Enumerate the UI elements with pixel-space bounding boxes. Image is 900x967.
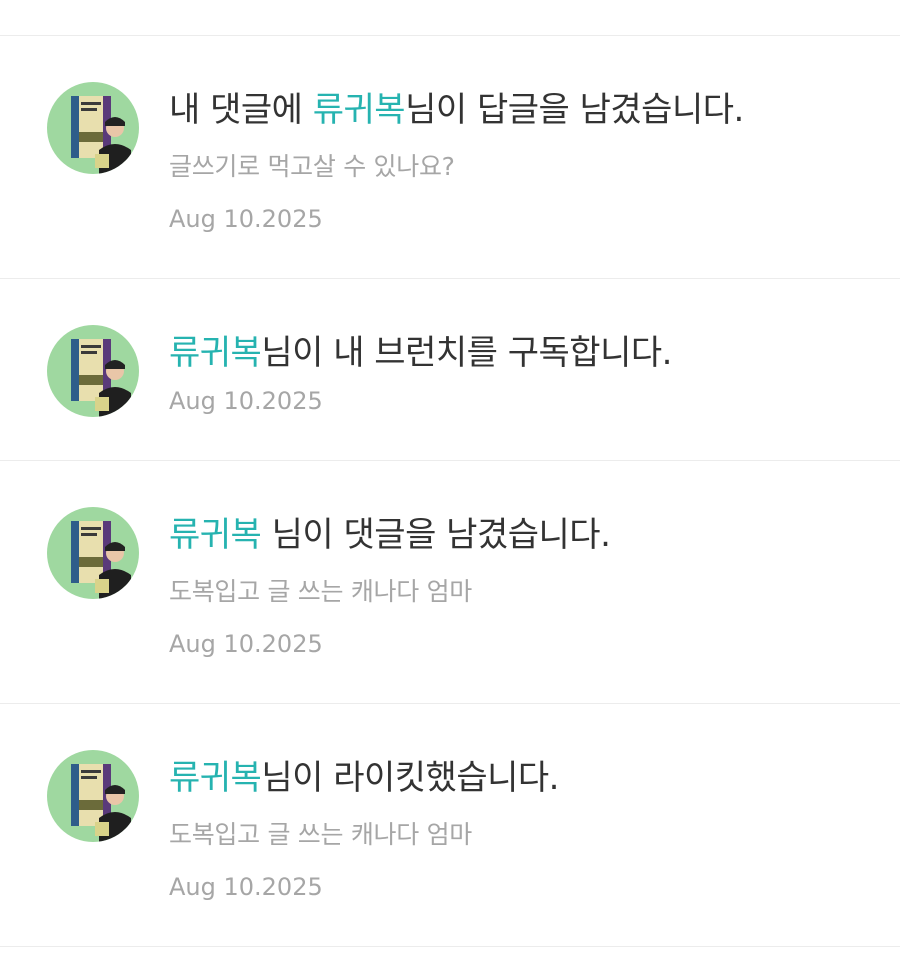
- notification-title: 류귀복님이 내 브런치를 구독합니다.: [169, 325, 672, 374]
- username-link[interactable]: 류귀복: [169, 515, 262, 555]
- notification-date: Aug 10.2025: [169, 630, 323, 658]
- title-prefix: 내 댓글에: [169, 90, 313, 130]
- notification-item-subscribe[interactable]: 류귀복님이 내 브런치를 구독합니다. Aug 10.2025: [0, 279, 900, 461]
- notification-item-reply[interactable]: 내 댓글에 류귀복님이 답글을 남겼습니다. 글쓰기로 먹고살 수 있나요? A…: [0, 36, 900, 279]
- notification-date: Aug 10.2025: [169, 387, 323, 415]
- avatar[interactable]: [47, 750, 139, 842]
- title-suffix: 님이 내 브런치를 구독합니다.: [261, 333, 672, 373]
- avatar-book-person-icon: [71, 96, 131, 174]
- avatar-book-person-icon: [71, 764, 131, 842]
- avatar[interactable]: [47, 82, 139, 174]
- notification-item-comment[interactable]: 류귀복 님이 댓글을 남겼습니다. 도복입고 글 쓰는 캐나다 엄마 Aug 1…: [0, 461, 900, 704]
- notification-title: 내 댓글에 류귀복님이 답글을 남겼습니다.: [169, 82, 744, 131]
- avatar[interactable]: [47, 507, 139, 599]
- username-link[interactable]: 류귀복: [169, 333, 262, 373]
- username-link[interactable]: 류귀복: [313, 90, 406, 130]
- notification-title: 류귀복 님이 댓글을 남겼습니다.: [169, 507, 611, 556]
- username-link[interactable]: 류귀복: [169, 758, 262, 798]
- avatar-book-person-icon: [71, 521, 131, 599]
- notification-subtitle[interactable]: 글쓰기로 먹고살 수 있나요?: [169, 147, 455, 183]
- notification-item-like[interactable]: 류귀복님이 라이킷했습니다. 도복입고 글 쓰는 캐나다 엄마 Aug 10.2…: [0, 704, 900, 947]
- notification-date: Aug 10.2025: [169, 205, 323, 233]
- avatar[interactable]: [47, 325, 139, 417]
- notification-subtitle[interactable]: 도복입고 글 쓰는 캐나다 엄마: [169, 815, 472, 851]
- notification-title: 류귀복님이 라이킷했습니다.: [169, 750, 559, 799]
- title-suffix: 님이 라이킷했습니다.: [261, 758, 559, 798]
- notification-date: Aug 10.2025: [169, 873, 323, 901]
- notification-subtitle[interactable]: 도복입고 글 쓰는 캐나다 엄마: [169, 572, 472, 608]
- title-suffix: 님이 댓글을 남겼습니다.: [261, 515, 611, 555]
- avatar-book-person-icon: [71, 339, 131, 417]
- title-suffix: 님이 답글을 남겼습니다.: [405, 90, 744, 130]
